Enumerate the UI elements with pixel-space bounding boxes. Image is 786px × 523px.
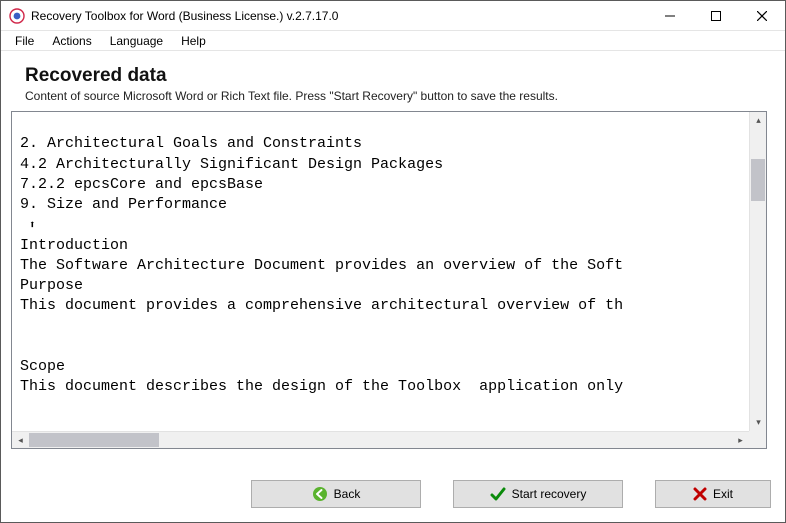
document-line (20, 317, 745, 337)
document-line: ⬆ (20, 215, 745, 235)
exit-label: Exit (713, 487, 733, 501)
menu-file[interactable]: File (7, 32, 42, 50)
scroll-up-icon[interactable]: ▴ (750, 112, 767, 129)
menu-actions[interactable]: Actions (44, 32, 99, 50)
document-line: 4.2 Architecturally Significant Design P… (20, 155, 745, 175)
action-buttons: Back Start recovery Exit (251, 480, 771, 508)
horizontal-scroll-thumb[interactable] (29, 433, 159, 447)
menu-language[interactable]: Language (102, 32, 171, 50)
back-arrow-icon (312, 486, 328, 502)
document-line: Introduction (20, 236, 745, 256)
back-button[interactable]: Back (251, 480, 421, 508)
window-title: Recovery Toolbox for Word (Business Lice… (31, 9, 647, 23)
horizontal-scroll-track[interactable] (29, 432, 732, 448)
minimize-button[interactable] (647, 1, 693, 30)
menubar: File Actions Language Help (1, 31, 785, 51)
vertical-scroll-thumb[interactable] (751, 159, 765, 201)
up-arrow-icon: ⬆ (29, 219, 36, 234)
document-line: 2. Architectural Goals and Constraints (20, 134, 745, 154)
maximize-button[interactable] (693, 1, 739, 30)
document-viewer: 2. Architectural Goals and Constraints 4… (11, 111, 767, 449)
window-controls (647, 1, 785, 30)
menu-help[interactable]: Help (173, 32, 214, 50)
document-line: 9. Size and Performance (20, 195, 745, 215)
document-content[interactable]: 2. Architectural Goals and Constraints 4… (12, 112, 749, 431)
document-line: 7.2.2 epcsCore and epcsBase (20, 175, 745, 195)
check-icon (490, 486, 506, 502)
scroll-corner (749, 431, 766, 448)
start-recovery-button[interactable]: Start recovery (453, 480, 623, 508)
scroll-right-icon[interactable]: ▸ (732, 432, 749, 449)
back-label: Back (334, 487, 361, 501)
page-title: Recovered data (25, 65, 761, 87)
document-line: This document describes the design of th… (20, 377, 745, 397)
close-icon (693, 487, 707, 501)
page-subtitle: Content of source Microsoft Word or Rich… (25, 89, 761, 103)
document-line: Purpose (20, 276, 745, 296)
document-line (20, 337, 745, 357)
exit-button[interactable]: Exit (655, 480, 771, 508)
horizontal-scrollbar[interactable]: ◂ ▸ (12, 431, 749, 448)
close-button[interactable] (739, 1, 785, 30)
vertical-scroll-track[interactable] (750, 129, 766, 414)
start-recovery-label: Start recovery (512, 487, 587, 501)
scroll-down-icon[interactable]: ▾ (750, 414, 767, 431)
app-icon (9, 8, 25, 24)
titlebar: Recovery Toolbox for Word (Business Lice… (1, 1, 785, 31)
document-line: This document provides a comprehensive a… (20, 296, 745, 316)
document-line (20, 114, 745, 134)
document-line: Scope (20, 357, 745, 377)
document-line: The Software Architecture Document provi… (20, 256, 745, 276)
vertical-scrollbar[interactable]: ▴ ▾ (749, 112, 766, 431)
scroll-left-icon[interactable]: ◂ (12, 432, 29, 449)
